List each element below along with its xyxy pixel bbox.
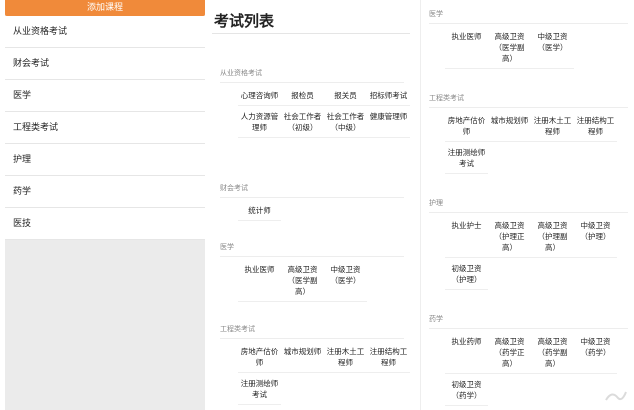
exam-item[interactable]: 注册木土工程师 (324, 341, 367, 373)
exam-item[interactable]: 高级卫资（药学正高） (488, 331, 531, 374)
exam-grid: 执业医师 高级卫资（医学副高） 中级卫资（医学） (238, 259, 410, 302)
add-course-button[interactable]: 添加课程 (5, 0, 205, 16)
section-title: 财会考试 (220, 184, 248, 192)
exam-item[interactable]: 执业医师 (445, 26, 488, 69)
section-divider (429, 212, 628, 213)
title-divider (212, 33, 410, 34)
exam-item[interactable]: 注册结构工程师 (367, 341, 410, 373)
exam-item[interactable]: 心理咨询师 (238, 85, 281, 106)
exam-item[interactable]: 高级卫资（医学副高） (488, 26, 531, 69)
category-item-0[interactable]: 从业资格考试 (5, 16, 205, 48)
exam-section-1: 财会考试统计师 (212, 182, 410, 221)
exam-grid: 执业医师 高级卫资（医学副高） 中级卫资（医学） (445, 26, 634, 69)
exam-item[interactable]: 城市规划师 (488, 110, 531, 142)
exam-item[interactable]: 社会工作者（初级） (281, 106, 324, 138)
category-item-2[interactable]: 医学 (5, 80, 205, 112)
exam-item[interactable]: 中级卫资（医学） (324, 259, 367, 302)
section-title: 医学 (220, 243, 234, 251)
exam-item[interactable]: 高级卫资（护理正高） (488, 215, 531, 258)
exam-item[interactable]: 高级卫资（医学副高） (281, 259, 324, 302)
exam-item[interactable]: 注册测绘师考试 (238, 373, 281, 405)
category-item-1[interactable]: 财会考试 (5, 48, 205, 80)
section-divider (429, 107, 628, 108)
exam-list-column-right: 医学 执业医师 高级卫资（医学副高） 中级卫资（医学） 工程类考试房地产估价师 城市规划师… (420, 0, 634, 410)
section-title: 工程类考试 (220, 325, 255, 333)
section-divider (220, 197, 404, 198)
exam-item[interactable]: 招标师考试 (367, 85, 410, 106)
exam-item[interactable]: 初级卫资（护理） (445, 258, 488, 290)
exam-grid: 心理咨询师 报检员 报关员 招标师考试人力资源管理师 社会工作者（初级） 社会工作者（中级… (238, 85, 410, 138)
exam-section-2: 医学 执业医师 高级卫资（医学副高） 中级卫资（医学） (212, 241, 410, 302)
exam-item[interactable]: 执业护士 (445, 215, 488, 258)
exam-item[interactable]: 注册测绘师考试 (445, 142, 488, 174)
exam-section-2: 护理 执业护士 高级卫资（护理正高） 高级卫资（护理副高） 中级卫资（护理） 初级卫资（护… (421, 197, 634, 290)
exam-item[interactable]: 统计师 (238, 200, 281, 221)
exam-item[interactable]: 执业医师 (238, 259, 281, 302)
watermark-logo-icon (605, 391, 627, 401)
exam-item[interactable]: 报关员 (324, 85, 367, 106)
section-divider (429, 23, 628, 24)
exam-item[interactable]: 注册结构工程师 (574, 110, 617, 142)
exam-item[interactable]: 初级卫资（药学） (445, 374, 488, 406)
section-title: 护理 (429, 199, 443, 207)
exam-item[interactable]: 高级卫资（药学副高） (531, 331, 574, 374)
exam-item[interactable]: 中级卫资（医学） (531, 26, 574, 69)
sidebar-empty-area (5, 240, 205, 410)
section-divider (429, 328, 628, 329)
page-title: 考试列表 (214, 12, 275, 30)
exam-item[interactable]: 人力资源管理师 (238, 106, 281, 138)
exam-item[interactable]: 中级卫资（护理） (574, 215, 617, 258)
category-item-6[interactable]: 医技 (5, 208, 205, 240)
exam-item[interactable]: 房地产估价师 (445, 110, 488, 142)
exam-grid: 房地产估价师 城市规划师 注册木土工程师 注册结构工程师注册测绘师考试 (445, 110, 634, 174)
category-item-4[interactable]: 护理 (5, 144, 205, 176)
exam-item[interactable]: 房地产估价师 (238, 341, 281, 373)
exam-item[interactable]: 健康管理师 (367, 106, 410, 138)
section-divider (220, 338, 404, 339)
exam-section-0: 从业资格考试心理咨询师 报检员 报关员 招标师考试人力资源管理师 社会工作者（初级） 社会… (212, 67, 410, 138)
section-divider (220, 256, 404, 257)
exam-grid: 房地产估价师 城市规划师 注册木土工程师 注册结构工程师注册测绘师考试 (238, 341, 410, 405)
category-item-5[interactable]: 药学 (5, 176, 205, 208)
section-title: 医学 (429, 10, 443, 18)
section-title: 从业资格考试 (220, 69, 262, 77)
exam-item[interactable]: 城市规划师 (281, 341, 324, 373)
exam-grid: 执业护士 高级卫资（护理正高） 高级卫资（护理副高） 中级卫资（护理） 初级卫资（护理） (445, 215, 634, 290)
exam-item[interactable]: 执业药师 (445, 331, 488, 374)
section-title: 药学 (429, 315, 443, 323)
section-divider (220, 82, 404, 83)
exam-item[interactable]: 中级卫资（药学） (574, 331, 617, 374)
category-item-3[interactable]: 工程类考试 (5, 112, 205, 144)
exam-section-1: 工程类考试房地产估价师 城市规划师 注册木土工程师 注册结构工程师注册测绘师考试 (421, 92, 634, 174)
category-sidebar: 添加课程 从业资格考试 财会考试 医学 工程类考试 护理 药学 医技 (5, 0, 205, 410)
exam-item[interactable]: 社会工作者（中级） (324, 106, 367, 138)
exam-list-column-left: 考试列表 从业资格考试 心理咨询师 报检员 报关员 招标师考试 人力资源管理师 社会工作者（… (212, 0, 410, 410)
exam-item[interactable]: 注册木土工程师 (531, 110, 574, 142)
app-root: 添加课程 从业资格考试 财会考试 医学 工程类考试 护理 药学 医技 考试列表 … (0, 0, 634, 410)
exam-grid: 统计师 (238, 200, 410, 221)
exam-section-0: 医学 执业医师 高级卫资（医学副高） 中级卫资（医学） (421, 8, 634, 69)
exam-section-3: 工程类考试房地产估价师 城市规划师 注册木土工程师 注册结构工程师注册测绘师考试 (212, 323, 410, 405)
exam-item[interactable]: 高级卫资（护理副高） (531, 215, 574, 258)
section-title: 工程类考试 (429, 94, 464, 102)
exam-item[interactable]: 报检员 (281, 85, 324, 106)
